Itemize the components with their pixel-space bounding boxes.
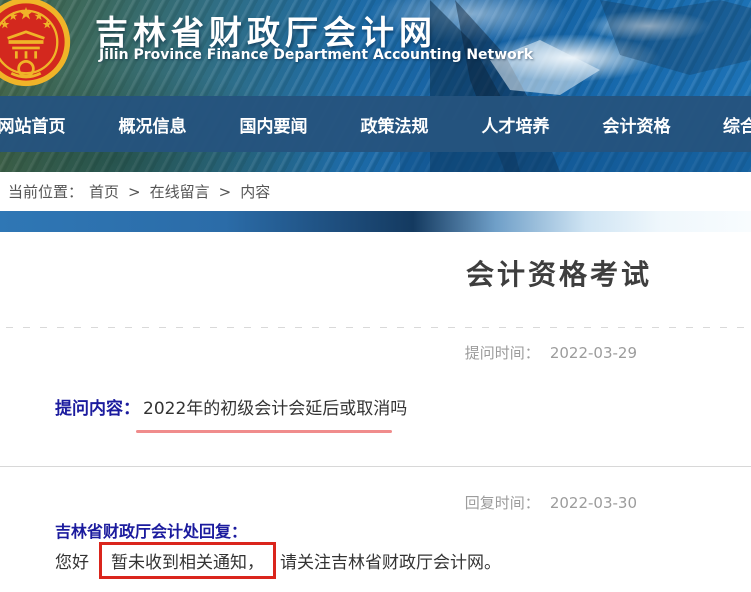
reply-time: 回复时间： 2022-03-30 — [465, 492, 637, 513]
nav-item-talent-training[interactable]: 人才培养 — [455, 112, 576, 137]
china-national-emblem-icon — [0, 0, 72, 88]
reply-prefix-text: 您好 — [55, 548, 89, 573]
nav-item-overview[interactable]: 概况信息 — [92, 112, 213, 137]
breadcrumb-item-home[interactable]: 首页 — [89, 181, 119, 202]
breadcrumb-item-online-message[interactable]: 在线留言 — [150, 181, 210, 202]
question-row: 提问内容：2022年的初级会计会延后或取消吗 — [55, 394, 407, 419]
question-time-value: 2022-03-29 — [550, 344, 637, 362]
nav-item-policies[interactable]: 政策法规 — [334, 112, 455, 137]
breadcrumb-separator-icon: > — [128, 183, 141, 201]
section-divider — [0, 466, 751, 467]
question-text: 2022年的初级会计会延后或取消吗 — [143, 399, 407, 419]
reply-time-value: 2022-03-30 — [550, 494, 637, 512]
nav-item-home[interactable]: 网站首页 — [0, 112, 92, 137]
reply-highlighted-box: 暂未收到相关通知， — [99, 542, 276, 579]
nav-item-domestic-news[interactable]: 国内要闻 — [213, 112, 334, 137]
reply-time-label: 回复时间： — [465, 494, 540, 512]
breadcrumb-item-content: 内容 — [240, 181, 270, 202]
decorative-gradient-strip — [0, 211, 751, 232]
question-time: 提问时间： 2022-03-29 — [465, 342, 637, 363]
page-title: 会计资格考试 — [466, 253, 652, 293]
reply-text-row: 您好 暂未收到相关通知， 请关注吉林省财政厅会计网。 — [55, 542, 501, 579]
nav-item-accounting-qualification[interactable]: 会计资格 — [576, 112, 697, 137]
site-subtitle: Jilin Province Finance Department Accoun… — [99, 47, 533, 63]
breadcrumb-label: 当前位置： — [8, 181, 83, 202]
nav-item-comprehensive[interactable]: 综合 — [697, 112, 751, 137]
question-underline-highlight — [136, 430, 392, 433]
breadcrumb: 当前位置： 首页 > 在线留言 > 内容 — [0, 172, 751, 211]
main-nav: 网站首页 概况信息 国内要闻 政策法规 人才培养 会计资格 综合 — [0, 96, 751, 152]
breadcrumb-separator-icon: > — [219, 183, 232, 201]
reply-suffix-text: 请关注吉林省财政厅会计网。 — [280, 548, 501, 573]
dashed-divider — [6, 327, 745, 328]
reply-author-label: 吉林省财政厅会计处回复： — [55, 518, 247, 542]
question-time-label: 提问时间： — [465, 344, 540, 362]
question-content-label: 提问内容： — [55, 399, 140, 419]
